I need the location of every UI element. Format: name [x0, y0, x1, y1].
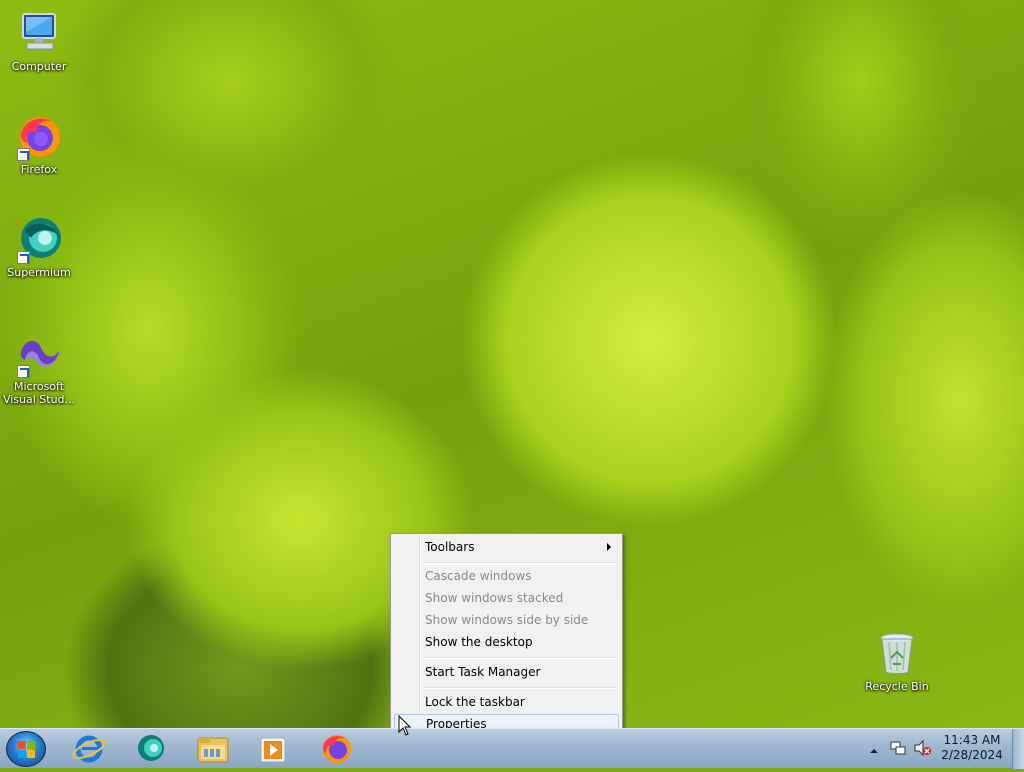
shortcut-arrow-icon [17, 251, 30, 264]
desktop-icon-label: Computer [11, 60, 67, 73]
internet-explorer-icon [72, 735, 106, 763]
shortcut-arrow-icon [17, 365, 30, 378]
visual-studio-icon [15, 330, 63, 378]
menu-separator [424, 687, 617, 689]
clock-date: 2/28/2024 [941, 748, 1003, 762]
recycle-bin-icon [873, 630, 921, 678]
taskbar-media-player[interactable] [244, 730, 302, 768]
desktop-icon-label: Supermium [7, 266, 71, 279]
menu-item-label: Show the desktop [425, 635, 533, 649]
desktop-icon-recycle-bin[interactable]: Recycle Bin [859, 630, 935, 693]
taskbar-context-menu: Toolbars Cascade windows Show windows st… [390, 533, 623, 738]
submenu-arrow-icon [607, 543, 611, 551]
desktop-icon-label: Microsoft Visual Stud... [2, 380, 76, 406]
menu-item-label: Show windows stacked [425, 591, 564, 605]
system-clock[interactable]: 11:43 AM 2/28/2024 [939, 733, 1005, 763]
desktop-icon-firefox[interactable]: Firefox [1, 113, 77, 176]
menu-item-label: Lock the taskbar [425, 695, 525, 709]
menu-item-start-task-manager[interactable]: Start Task Manager [394, 662, 619, 682]
menu-item-label: Toolbars [425, 540, 475, 554]
menu-item-show-windows-side-by-side: Show windows side by side [394, 610, 619, 630]
mouse-cursor-icon [398, 715, 412, 736]
taskbar-firefox[interactable] [308, 730, 366, 768]
start-button[interactable] [6, 731, 46, 767]
menu-item-label: Show windows side by side [425, 613, 589, 627]
show-desktop-button[interactable] [1012, 729, 1024, 769]
menu-item-label: Cascade windows [425, 569, 532, 583]
network-icon[interactable] [889, 739, 907, 757]
windows-logo-icon [18, 741, 35, 758]
desktop-icon-label: Recycle Bin [865, 680, 929, 693]
taskbar-supermium[interactable] [121, 730, 179, 768]
desktop-icon-label: Firefox [20, 163, 58, 176]
volume-muted-icon[interactable] [913, 739, 933, 757]
computer-icon [15, 10, 63, 58]
menu-item-show-the-desktop[interactable]: Show the desktop [394, 632, 619, 652]
menu-separator [424, 657, 617, 659]
clock-time: 11:43 AM [943, 733, 1001, 747]
taskbar[interactable]: 11:43 AM 2/28/2024 [0, 728, 1024, 769]
menu-item-label: Start Task Manager [425, 665, 541, 679]
menu-item-toolbars[interactable]: Toolbars [394, 537, 619, 557]
menu-item-lock-the-taskbar[interactable]: Lock the taskbar [394, 692, 619, 712]
taskbar-internet-explorer[interactable] [60, 730, 118, 768]
taskbar-file-explorer[interactable] [183, 730, 241, 768]
menu-item-cascade-windows: Cascade windows [394, 566, 619, 586]
desktop-icon-supermium[interactable]: Supermium [1, 216, 77, 279]
media-player-icon [260, 737, 286, 763]
supermium-icon [138, 735, 164, 761]
desktop-icon-visual-studio[interactable]: Microsoft Visual Stud... [1, 330, 77, 406]
menu-item-show-windows-stacked: Show windows stacked [394, 588, 619, 608]
supermium-icon [15, 216, 63, 264]
shortcut-arrow-icon [17, 148, 30, 161]
desktop-icon-computer[interactable]: Computer [1, 10, 77, 73]
firefox-icon [323, 735, 351, 763]
firefox-icon [15, 113, 63, 161]
show-hidden-icons-chevron[interactable] [868, 742, 880, 754]
file-explorer-icon [197, 737, 229, 763]
menu-separator [424, 562, 617, 564]
